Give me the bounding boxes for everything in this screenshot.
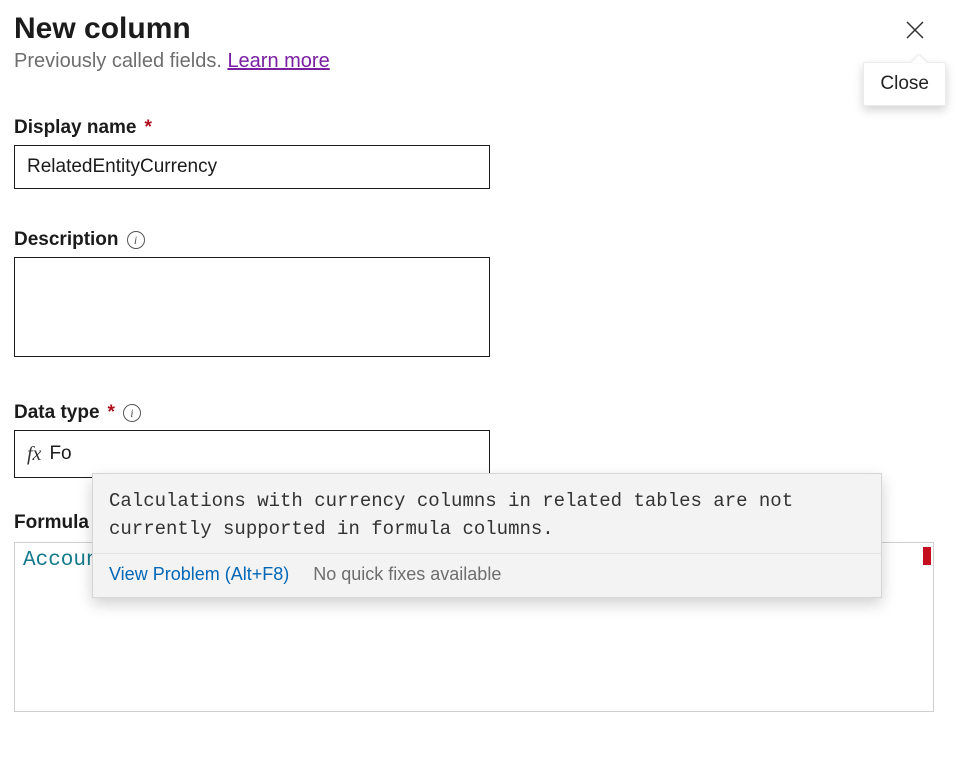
- close-button[interactable]: [900, 14, 930, 50]
- learn-more-link[interactable]: Learn more: [227, 50, 329, 72]
- data-type-label-text: Data type: [14, 402, 100, 424]
- error-actions-row: View Problem (Alt+F8) No quick fixes ava…: [93, 554, 881, 597]
- display-name-input[interactable]: [14, 145, 490, 189]
- overview-ruler-error-marker: [923, 547, 931, 565]
- display-name-label-text: Display name: [14, 117, 137, 139]
- error-message: Calculations with currency columns in re…: [93, 474, 881, 554]
- description-field: Description i: [14, 229, 944, 362]
- display-name-field: Display name *: [14, 117, 944, 189]
- new-column-panel: New column Previously called fields. Lea…: [0, 0, 958, 712]
- view-problem-link[interactable]: View Problem (Alt+F8): [109, 564, 289, 585]
- close-icon: [904, 19, 926, 41]
- data-type-field: Data type * i fx Fo: [14, 402, 944, 478]
- description-label-text: Description: [14, 229, 119, 251]
- subtitle: Previously called fields. Learn more: [14, 50, 944, 73]
- required-asterisk: *: [145, 117, 152, 139]
- data-type-select[interactable]: fx Fo: [14, 430, 490, 478]
- info-icon[interactable]: i: [127, 231, 145, 249]
- close-tooltip: Close: [863, 62, 946, 106]
- display-name-label: Display name *: [14, 117, 944, 139]
- fx-icon: fx: [27, 443, 41, 466]
- subtitle-text: Previously called fields.: [14, 50, 227, 72]
- page-title: New column: [14, 12, 944, 46]
- info-icon[interactable]: i: [123, 404, 141, 422]
- data-type-selected-text: Fo: [49, 443, 71, 465]
- description-label: Description i: [14, 229, 944, 251]
- required-asterisk: *: [108, 402, 115, 424]
- description-input[interactable]: [14, 257, 490, 357]
- no-fixes-text: No quick fixes available: [313, 564, 501, 585]
- data-type-label: Data type * i: [14, 402, 944, 424]
- error-hover-box: Calculations with currency columns in re…: [92, 473, 882, 598]
